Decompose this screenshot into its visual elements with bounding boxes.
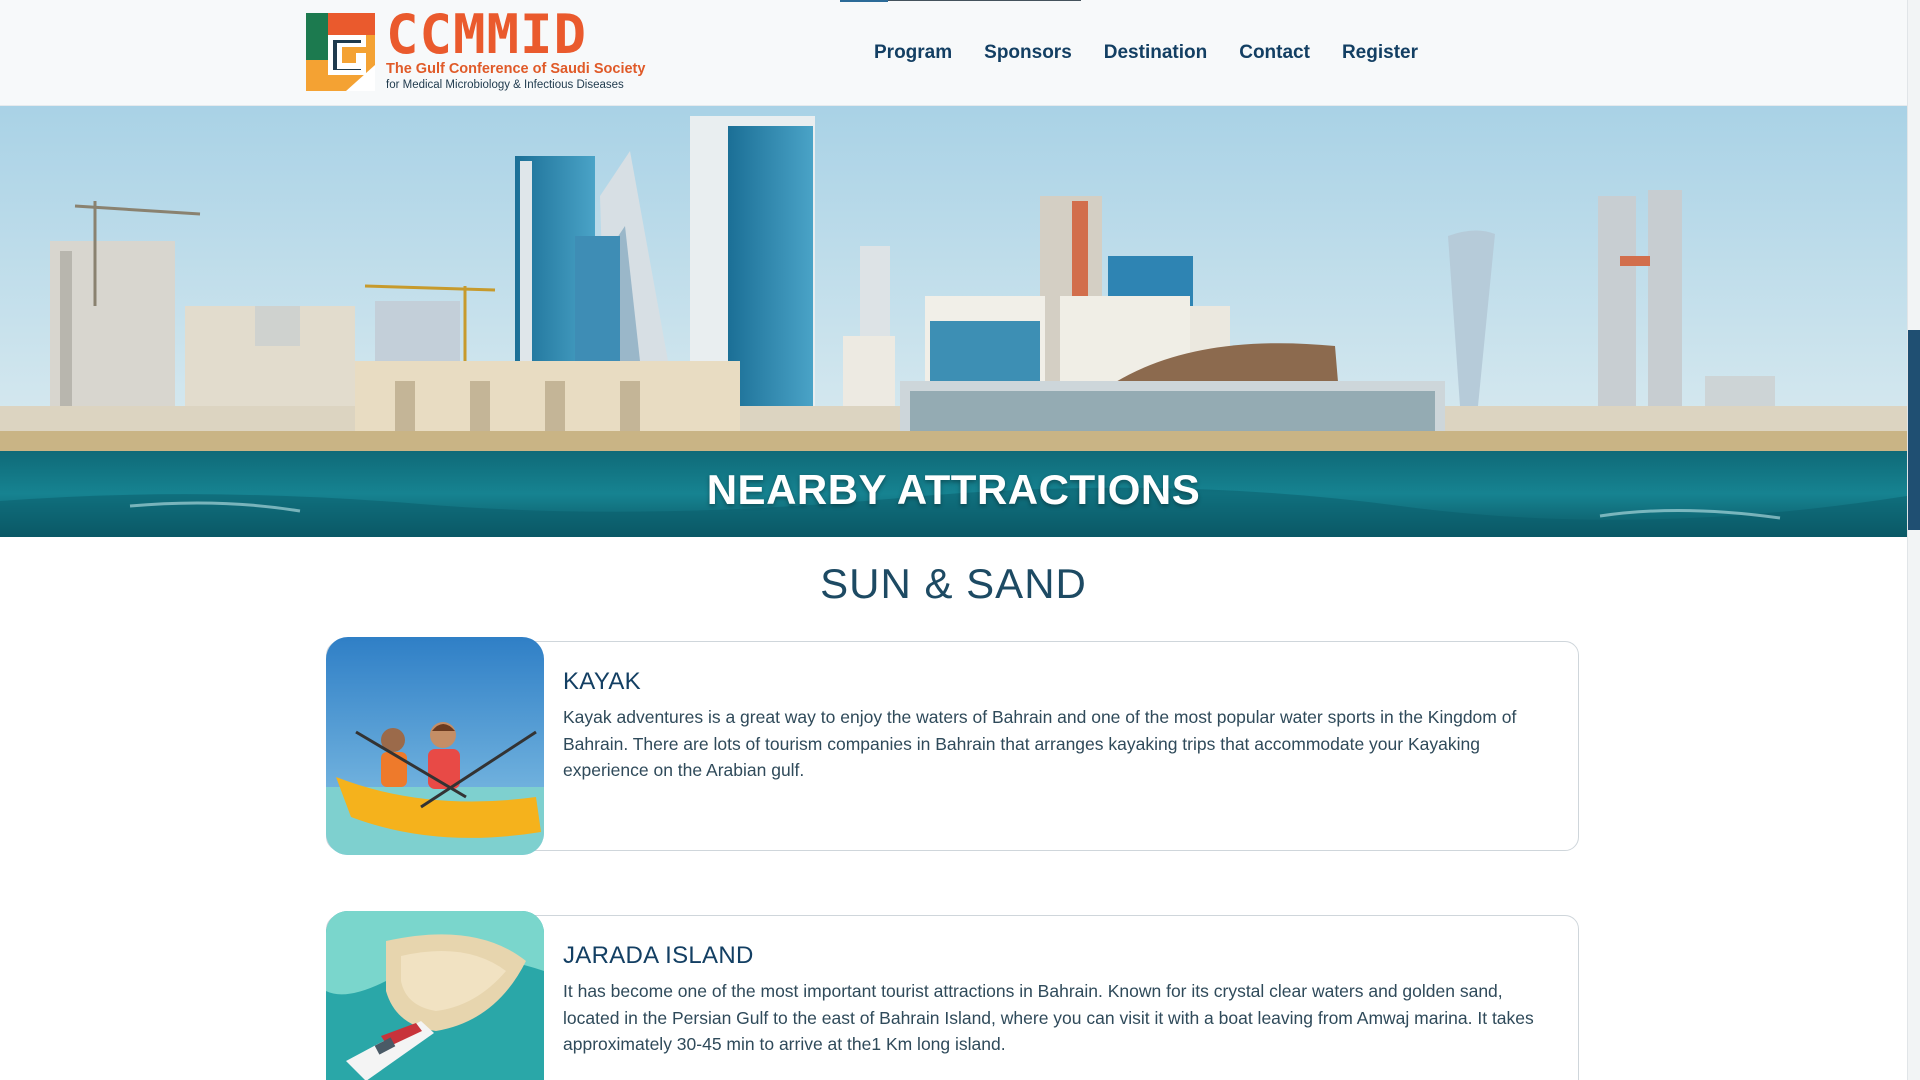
hero-banner: NEARBY ATTRACTIONS: [0, 106, 1907, 537]
nav-program[interactable]: Program: [874, 42, 952, 64]
island-photo: [326, 911, 544, 1080]
card-title: JARADA ISLAND: [563, 942, 754, 969]
scrollbar-thumb[interactable]: [1908, 330, 1920, 530]
logo-mark-icon: [306, 13, 375, 91]
site-header: CCMMID The Gulf Conference of Saudi Soci…: [0, 0, 1907, 106]
logo-tagline-1: The Gulf Conference of Saudi Society: [386, 61, 646, 77]
kayak-photo: [326, 637, 544, 855]
logo-tagline-2: for Medical Microbiology & Infectious Di…: [386, 79, 624, 91]
logo-wordmark: CCMMID: [386, 3, 588, 66]
attraction-card-kayak: KAYAK Kayak adventures is a great way to…: [326, 637, 1579, 855]
nav-register[interactable]: Register: [1342, 42, 1418, 64]
attraction-card-jarada-island: JARADA ISLAND It has become one of the m…: [326, 911, 1579, 1080]
main-nav: Program Sponsors Destination Contact Reg…: [874, 42, 1418, 64]
hero-title: NEARBY ATTRACTIONS: [706, 466, 1201, 513]
page-scrollbar[interactable]: [1907, 0, 1920, 1080]
card-description: It has become one of the most important …: [563, 981, 1534, 1054]
card-description: Kayak adventures is a great way to enjoy…: [563, 707, 1517, 780]
site-logo[interactable]: CCMMID The Gulf Conference of Saudi Soci…: [306, 8, 646, 92]
nav-sponsors[interactable]: Sponsors: [984, 42, 1072, 64]
card-title: KAYAK: [563, 668, 641, 695]
scroll-progress-indicator: [840, 0, 888, 2]
nav-destination[interactable]: Destination: [1104, 42, 1207, 64]
section-title: SUN & SAND: [820, 560, 1087, 607]
nav-contact[interactable]: Contact: [1239, 42, 1310, 64]
scroll-progress-track: [888, 0, 1081, 1]
